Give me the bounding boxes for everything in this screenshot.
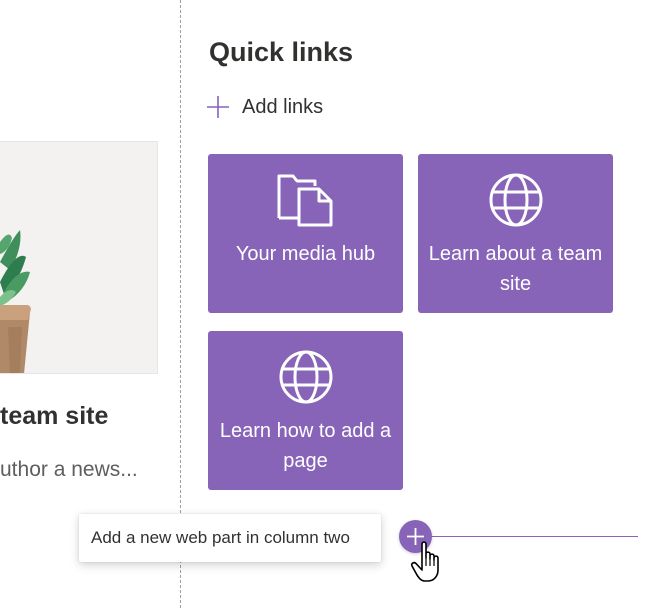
news-description: uthor a news... xyxy=(0,458,138,481)
tile-label: Learn about a team site xyxy=(428,243,603,295)
hand-cursor-icon xyxy=(410,541,439,582)
plant-illustration xyxy=(0,230,31,373)
tile-label: Learn how to add a page xyxy=(219,420,392,472)
globe-icon xyxy=(489,173,542,227)
tile-label: Your media hub xyxy=(235,243,376,265)
quick-link-tile-media-hub[interactable]: Your media hub xyxy=(208,154,403,313)
document-folder-icon xyxy=(277,174,332,227)
plus-icon xyxy=(207,96,229,118)
quick-link-tile-learn-team-site[interactable]: Learn about a team site xyxy=(418,154,613,313)
add-links-label: Add links xyxy=(242,95,324,118)
globe-icon xyxy=(279,350,332,404)
news-image[interactable] xyxy=(0,141,158,374)
news-title[interactable]: team site xyxy=(0,402,108,431)
tooltip-text: Add a new web part in column two xyxy=(91,528,350,547)
add-webpart-tooltip: Add a new web part in column two xyxy=(79,514,381,562)
quick-link-tile-add-page[interactable]: Learn how to add a page xyxy=(208,331,403,490)
page-canvas: team site uthor a news... Quick links Ad… xyxy=(0,0,660,608)
quick-links-title[interactable]: Quick links xyxy=(209,37,353,68)
insert-webpart-line xyxy=(418,536,638,537)
add-links-button[interactable]: Add links xyxy=(206,92,323,122)
